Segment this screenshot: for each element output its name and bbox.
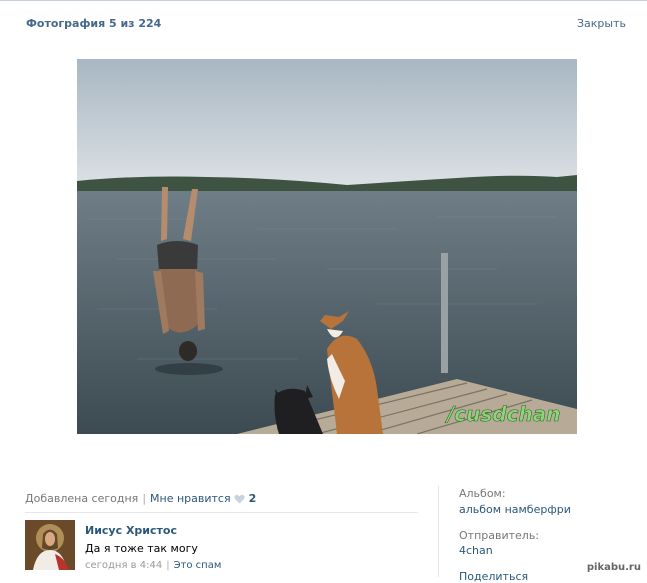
photo-info: Добавлена сегодня | Мне нравится 2 bbox=[25, 492, 256, 505]
added-date: Добавлена сегодня bbox=[25, 492, 139, 505]
photo-watermark: /cusdchan bbox=[445, 402, 560, 426]
comment-author[interactable]: Иисус Христос bbox=[85, 524, 177, 537]
spam-link[interactable]: Это спам bbox=[174, 560, 222, 571]
like-button[interactable]: Мне нравится 2 bbox=[150, 492, 256, 505]
comment-meta: сегодня в 4:44 | Это спам bbox=[85, 560, 221, 571]
top-border bbox=[0, 0, 647, 1]
like-label: Мне нравится bbox=[150, 492, 231, 505]
separator: | bbox=[166, 560, 170, 571]
comment-time: сегодня в 4:44 bbox=[85, 560, 163, 571]
vertical-divider bbox=[438, 486, 439, 577]
like-count: 2 bbox=[248, 492, 257, 505]
album-label: Альбом: bbox=[459, 487, 506, 500]
site-watermark: pikabu.ru bbox=[586, 562, 641, 573]
comment-text: Да я тоже так могу bbox=[85, 542, 198, 555]
sender-label: Отправитель: bbox=[459, 529, 540, 542]
album-link[interactable]: альбом намберфри bbox=[459, 503, 571, 516]
close-link[interactable]: Закрыть bbox=[577, 17, 626, 30]
separator: | bbox=[142, 492, 147, 505]
heart-icon bbox=[234, 494, 245, 504]
divider bbox=[25, 512, 418, 513]
avatar[interactable] bbox=[25, 520, 75, 570]
photo[interactable]: /cusdchan bbox=[77, 59, 577, 434]
sender-link[interactable]: 4chan bbox=[459, 544, 493, 557]
photo-counter-title: Фотография 5 из 224 bbox=[26, 17, 162, 30]
